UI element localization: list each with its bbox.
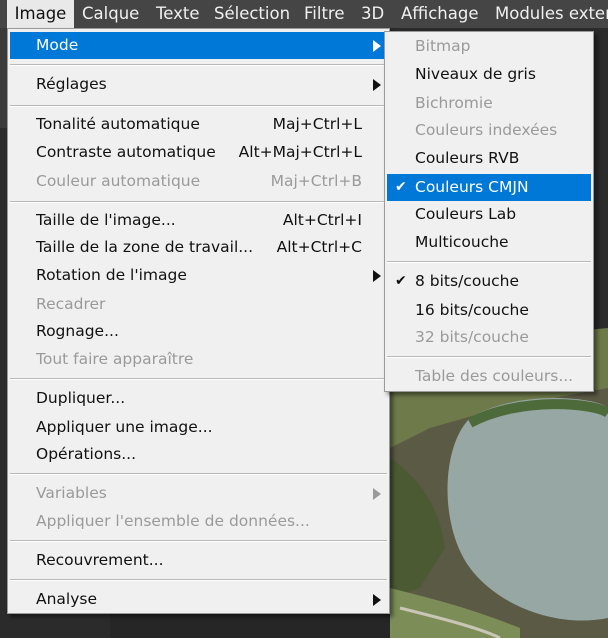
- menu-item-recadrer: Recadrer: [10, 291, 387, 318]
- menu-separator: [10, 473, 387, 475]
- menu-item-label: Variables: [36, 484, 107, 502]
- chevron-right-icon: [373, 270, 381, 282]
- menu-item-reglages[interactable]: Réglages: [10, 71, 387, 98]
- menubar-filtre[interactable]: Filtre: [304, 0, 345, 28]
- submenu-item-bichromie: Bichromie: [387, 90, 591, 117]
- chevron-right-icon: [373, 488, 381, 500]
- menu-item-label: Recadrer: [36, 295, 106, 313]
- submenu-item-table-couleurs: Table des couleurs...: [387, 363, 591, 390]
- chevron-right-icon: [373, 594, 381, 606]
- menu-item-label: Contraste automatique: [36, 143, 216, 161]
- menu-item-couleur-auto: Couleur automatique Maj+Ctrl+B: [10, 168, 387, 195]
- submenu-item-multicouche[interactable]: Multicouche: [387, 229, 591, 256]
- menu-item-operations[interactable]: Opérations...: [10, 441, 387, 468]
- menu-item-label: Dupliquer...: [36, 389, 126, 407]
- menu-item-rognage[interactable]: Rognage...: [10, 318, 387, 345]
- image-menu: Mode Réglages Tonalité automatique Maj+C…: [7, 28, 390, 614]
- menu-item-shortcut: Alt+Ctrl+I: [282, 211, 362, 229]
- menu-item-label: Table des couleurs...: [415, 367, 574, 385]
- menu-item-label: 32 bits/couche: [415, 328, 529, 346]
- menu-item-shortcut: Maj+Ctrl+B: [270, 172, 362, 190]
- menu-item-label: Taille de l'image...: [36, 211, 176, 229]
- menu-item-variables: Variables: [10, 480, 387, 507]
- menu-separator: [387, 261, 591, 263]
- menu-item-label: Couleurs Lab: [415, 205, 517, 223]
- submenu-item-32-bits: 32 bits/couche: [387, 324, 591, 351]
- menubar-calque[interactable]: Calque: [82, 0, 139, 28]
- menu-item-shortcut: Maj+Ctrl+L: [272, 115, 362, 133]
- menu-item-recouvrement[interactable]: Recouvrement...: [10, 547, 387, 574]
- menubar-modules[interactable]: Modules exter: [495, 0, 608, 28]
- menubar-affichage[interactable]: Affichage: [401, 0, 479, 28]
- menu-item-label: Mode: [36, 36, 79, 54]
- menubar-3d[interactable]: 3D: [361, 0, 384, 28]
- menu-item-label: Recouvrement...: [36, 551, 164, 569]
- menu-item-shortcut: Alt+Ctrl+C: [276, 238, 362, 256]
- menu-item-appliquer-ensemble: Appliquer l'ensemble de données...: [10, 508, 387, 535]
- menu-item-label: Opérations...: [36, 445, 136, 463]
- menubar: Image Calque Texte Sélection Filtre 3D A…: [0, 0, 608, 28]
- submenu-item-bitmap: Bitmap: [387, 33, 591, 60]
- menu-item-mode[interactable]: Mode: [10, 32, 387, 59]
- menu-item-label: Tonalité automatique: [36, 115, 200, 133]
- menu-item-label: Appliquer une image...: [36, 418, 213, 436]
- checkmark-icon: ✔: [395, 273, 407, 289]
- menu-item-tonalite-auto[interactable]: Tonalité automatique Maj+Ctrl+L: [10, 111, 387, 138]
- menu-separator: [10, 540, 387, 542]
- menu-item-label: Couleurs indexées: [415, 121, 558, 139]
- menu-separator: [10, 105, 387, 107]
- submenu-item-couleurs-rvb[interactable]: Couleurs RVB: [387, 145, 591, 172]
- checkmark-icon: ✔: [395, 179, 407, 195]
- menu-separator: [387, 356, 591, 358]
- menubar-selection[interactable]: Sélection: [214, 0, 290, 28]
- mode-submenu: Bitmap Niveaux de gris Bichromie Couleur…: [384, 31, 594, 392]
- menu-item-label: Niveaux de gris: [415, 65, 536, 83]
- menu-item-label: Bichromie: [415, 94, 493, 112]
- menu-item-label: 16 bits/couche: [415, 301, 529, 319]
- submenu-item-couleurs-cmjn[interactable]: ✔ Couleurs CMJN: [387, 174, 591, 201]
- submenu-item-8-bits[interactable]: ✔ 8 bits/couche: [387, 268, 591, 295]
- menu-item-taille-zone[interactable]: Taille de la zone de travail... Alt+Ctrl…: [10, 234, 387, 261]
- menu-item-label: Réglages: [36, 75, 107, 93]
- menu-item-shortcut: Alt+Maj+Ctrl+L: [238, 143, 362, 161]
- menu-item-dupliquer[interactable]: Dupliquer...: [10, 385, 387, 412]
- menu-item-label: Couleurs RVB: [415, 149, 520, 167]
- menubar-texte[interactable]: Texte: [156, 0, 200, 28]
- menu-item-label: Couleur automatique: [36, 172, 201, 190]
- menu-item-analyse[interactable]: Analyse: [10, 586, 387, 613]
- submenu-item-niveaux-gris[interactable]: Niveaux de gris: [387, 61, 591, 88]
- submenu-item-couleurs-indexees: Couleurs indexées: [387, 117, 591, 144]
- submenu-item-couleurs-lab[interactable]: Couleurs Lab: [387, 201, 591, 228]
- menubar-image[interactable]: Image: [7, 0, 74, 28]
- menu-item-contraste-auto[interactable]: Contraste automatique Alt+Maj+Ctrl+L: [10, 139, 387, 166]
- menu-item-label: Couleurs CMJN: [415, 178, 529, 196]
- menu-separator: [10, 201, 387, 203]
- menu-separator: [10, 378, 387, 380]
- chevron-right-icon: [373, 40, 381, 52]
- menu-item-label: Appliquer l'ensemble de données...: [36, 512, 310, 530]
- menu-item-label: Rotation de l'image: [36, 266, 187, 284]
- menu-item-taille-image[interactable]: Taille de l'image... Alt+Ctrl+I: [10, 207, 387, 234]
- menu-item-label: Taille de la zone de travail...: [36, 238, 254, 256]
- menu-separator: [10, 64, 387, 66]
- menu-item-tout-faire-apparaitre: Tout faire apparaître: [10, 346, 387, 373]
- menu-separator: [10, 579, 387, 581]
- menu-item-label: Rognage...: [36, 322, 119, 340]
- menu-item-label: 8 bits/couche: [415, 272, 520, 290]
- submenu-item-16-bits[interactable]: 16 bits/couche: [387, 297, 591, 324]
- chevron-right-icon: [373, 79, 381, 91]
- menu-item-label: Bitmap: [415, 37, 471, 55]
- menu-item-label: Analyse: [36, 590, 98, 608]
- menu-item-appliquer-image[interactable]: Appliquer une image...: [10, 414, 387, 441]
- menu-item-label: Tout faire apparaître: [36, 350, 194, 368]
- menu-item-label: Multicouche: [415, 233, 509, 251]
- menu-item-rotation[interactable]: Rotation de l'image: [10, 262, 387, 289]
